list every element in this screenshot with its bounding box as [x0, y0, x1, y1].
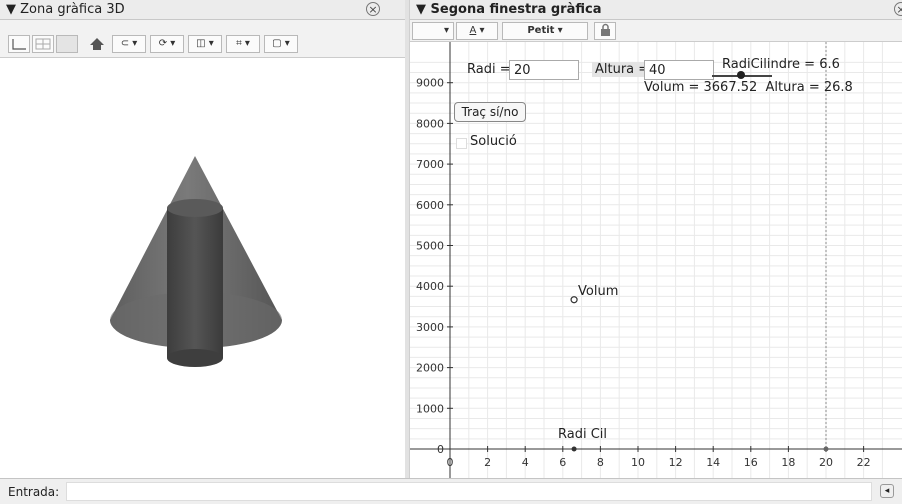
result-text: Volum = 3667.52 Altura = 26.8 — [644, 80, 853, 95]
view-dropdown[interactable]: ◫ ▾ — [188, 35, 222, 53]
y-tick-label: 4000 — [416, 280, 444, 293]
3d-canvas[interactable] — [0, 58, 405, 478]
slider-handle[interactable] — [737, 71, 745, 79]
rotate-icon: ⊂ ▾ — [120, 38, 138, 49]
graphics2-title: ▼ Segona finestra gràfica — [416, 2, 602, 17]
trace-toggle-button[interactable]: Traç sí/no — [454, 102, 526, 122]
x-tick-label: 18 — [781, 456, 795, 469]
animate-dropdown[interactable]: ⟳ ▾ — [150, 35, 184, 53]
volum-point — [570, 296, 578, 304]
x-tick-label: 4 — [522, 456, 529, 469]
x-tick-label: 0 — [447, 456, 454, 469]
y-tick-label: 7000 — [416, 158, 444, 171]
3d-panel-title: ▼ Zona gràfica 3D — [6, 2, 125, 17]
axes-icon — [12, 39, 26, 50]
text-style-label: A — [469, 25, 477, 36]
x-tick-label: 8 — [597, 456, 604, 469]
cube-icon: ▢ ▾ — [272, 38, 290, 49]
close-icon-2[interactable]: × — [894, 2, 902, 16]
input-bar: Entrada: ◂ — [0, 478, 902, 504]
graphics2-titlebar: ▼ Segona finestra gràfica × — [410, 0, 902, 20]
x-tick-label: 20 — [819, 456, 833, 469]
x-tick-label: 12 — [669, 456, 683, 469]
text-size-label: Petit — [527, 25, 555, 36]
close-icon[interactable]: × — [366, 2, 380, 16]
projection-dropdown[interactable]: ▢ ▾ — [264, 35, 298, 53]
y-tick-label: 2000 — [416, 362, 444, 375]
chevron-down-icon: ▾ — [557, 25, 563, 36]
graphics-view-2-panel: ▼ Segona finestra gràfica × ▾ A ▾ Petit … — [409, 0, 902, 478]
volum-point-label: Volum — [578, 284, 619, 299]
x-tick-label: 14 — [706, 456, 720, 469]
radi-cil-point — [571, 446, 577, 452]
style-bar: ▾ A ▾ Petit ▾ — [410, 20, 902, 42]
3d-panel-titlebar: ▼ Zona gràfica 3D × — [0, 0, 405, 20]
chevron-down-icon: ▾ — [443, 25, 449, 36]
input-label: Entrada: — [8, 485, 60, 499]
y-tick-label: 9000 — [416, 77, 444, 90]
solution-checkbox[interactable] — [456, 138, 467, 149]
text-style-dropdown[interactable]: A ▾ — [456, 22, 498, 40]
cylinder-shape — [167, 199, 223, 367]
home-icon — [90, 38, 104, 50]
y-tick-label: 5000 — [416, 240, 444, 253]
x-tick-label: 22 — [857, 456, 871, 469]
altura-input[interactable] — [644, 60, 714, 80]
radi-cil-label: Radi Cil — [558, 427, 608, 442]
plane-toggle-button[interactable] — [56, 35, 78, 53]
x-tick-label: 16 — [744, 456, 758, 469]
y-tick-label: 8000 — [416, 117, 444, 130]
axes-toggle-button[interactable] — [8, 35, 30, 53]
3d-view-panel: ▼ Zona gràfica 3D × ⊂ ▾ ⟳ ▾ ◫ ▾ ⌗ ▾ ▢ ▾ — [0, 0, 405, 478]
clip-dropdown[interactable]: ⌗ ▾ — [226, 35, 260, 53]
x-tick-label: 10 — [631, 456, 645, 469]
y-tick-label: 6000 — [416, 199, 444, 212]
radi-input[interactable] — [509, 60, 579, 80]
home-button[interactable] — [86, 35, 108, 53]
y-tick-label: 0 — [437, 443, 444, 456]
clip-icon: ⌗ ▾ — [236, 38, 250, 49]
lock-icon — [601, 23, 610, 36]
grid-icon — [35, 38, 51, 50]
slider-label: RadiCilindre = 6.6 — [722, 57, 840, 72]
y-tick-label: 3000 — [416, 321, 444, 334]
y-tick-label: 1000 — [416, 402, 444, 415]
view-front-icon: ◫ ▾ — [196, 38, 214, 49]
input-help-icon[interactable]: ◂ — [880, 484, 894, 498]
radi-label: Radi = — [467, 62, 511, 77]
input-field[interactable] — [66, 482, 872, 501]
grid-toggle-button[interactable] — [32, 35, 54, 53]
x-tick-label: 6 — [559, 456, 566, 469]
solution-checkbox-label: Solució — [470, 134, 517, 149]
x-tick-label: 2 — [484, 456, 491, 469]
point-x20 — [823, 446, 829, 452]
color-dropdown[interactable]: ▾ — [412, 22, 454, 40]
chevron-down-icon: ▾ — [479, 25, 485, 36]
rotate-view-dropdown[interactable]: ⊂ ▾ — [112, 35, 146, 53]
3d-toolbar: ⊂ ▾ ⟳ ▾ ◫ ▾ ⌗ ▾ ▢ ▾ — [0, 20, 405, 58]
animate-icon: ⟳ ▾ — [158, 38, 176, 49]
text-size-dropdown[interactable]: Petit ▾ — [502, 22, 588, 40]
lock-button[interactable] — [594, 22, 616, 40]
